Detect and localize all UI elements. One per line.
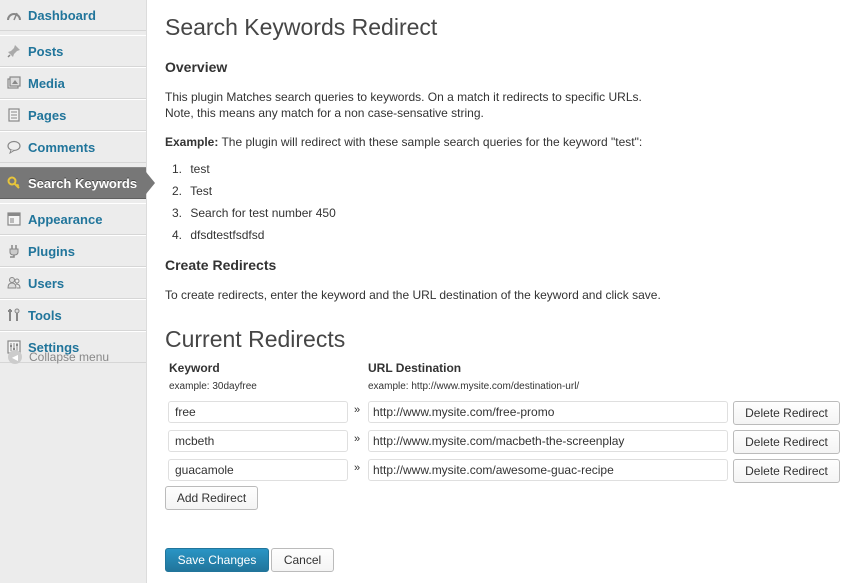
sidebar-item-label: Media — [28, 75, 65, 91]
pages-icon — [6, 107, 22, 123]
sidebar-item-label: Plugins — [28, 243, 75, 259]
sidebar-item-pages[interactable]: Pages — [0, 99, 146, 131]
url-hint: example: http://www.mysite.com/destinati… — [368, 381, 580, 392]
redirect-row: » Delete Redirect — [165, 401, 845, 425]
sidebar-item-label: Appearance — [28, 211, 103, 227]
create-redirects-heading: Create Redirects — [165, 257, 277, 273]
dashboard-icon — [6, 7, 22, 23]
list-item: 2. Test — [172, 184, 213, 198]
plug-icon — [6, 243, 22, 259]
current-redirects-heading: Current Redirects — [165, 326, 346, 352]
keyword-input[interactable] — [168, 430, 348, 452]
sidebar-item-search-keywords[interactable]: Search Keywords — [0, 167, 155, 199]
list-item-text: test — [190, 162, 210, 176]
sidebar-item-label: Posts — [28, 43, 64, 59]
create-redirects-text: To create redirects, enter the keyword a… — [165, 288, 661, 302]
sidebar-item-label: Tools — [28, 307, 62, 323]
sidebar-item-media[interactable]: Media — [0, 67, 146, 99]
example-paragraph: Example: The plugin will redirect with t… — [165, 133, 642, 151]
comment-icon — [6, 139, 22, 155]
keyword-input[interactable] — [168, 459, 348, 481]
list-item-text: dfsdtestfsdfsd — [190, 228, 265, 242]
sidebar-item-label: Dashboard — [28, 7, 96, 23]
separator-arrow: » — [353, 404, 361, 416]
collapse-menu-button[interactable]: ◀ Collapse menu — [0, 346, 109, 368]
tools-icon — [6, 307, 22, 323]
sidebar-item-label: Comments — [28, 139, 96, 155]
list-item: 4. dfsdtestfsdfsd — [172, 228, 265, 242]
key-icon — [6, 175, 22, 191]
save-changes-button[interactable]: Save Changes — [165, 548, 269, 572]
keyword-input[interactable] — [168, 401, 348, 423]
sidebar-item-plugins[interactable]: Plugins — [0, 235, 146, 267]
sidebar-item-appearance[interactable]: Appearance — [0, 203, 146, 235]
sidebar-item-comments[interactable]: Comments — [0, 131, 146, 163]
overview-line-2: Note, this means any match for a non cas… — [165, 106, 484, 120]
collapse-menu-label: Collapse menu — [29, 350, 110, 364]
overview-heading: Overview — [165, 59, 228, 75]
sidebar-item-label: Search Keywords — [28, 175, 138, 191]
users-icon — [6, 275, 22, 291]
example-list: 1. test 2. Test 3. Search for test numbe… — [165, 158, 336, 246]
sidebar-item-tools[interactable]: Tools — [0, 299, 146, 331]
delete-redirect-button[interactable]: Delete Redirect — [733, 459, 840, 483]
sidebar-item-posts[interactable]: Posts — [0, 35, 146, 67]
sidebar-item-label: Users — [28, 275, 65, 291]
url-input[interactable] — [368, 401, 728, 423]
sidebar-item-dashboard[interactable]: Dashboard — [0, 0, 146, 31]
separator-arrow: » — [353, 462, 361, 474]
url-input[interactable] — [368, 459, 728, 481]
add-redirect-button[interactable]: Add Redirect — [165, 486, 258, 510]
url-column-header: URL Destination — [368, 361, 462, 375]
keyword-column-header: Keyword — [169, 361, 220, 375]
list-item: 3. Search for test number 450 — [172, 206, 336, 220]
redirect-row: » Delete Redirect — [165, 459, 845, 483]
example-label: Example: — [165, 135, 219, 149]
list-item-text: Search for test number 450 — [190, 206, 336, 220]
example-text: The plugin will redirect with these samp… — [218, 135, 643, 149]
delete-redirect-button[interactable]: Delete Redirect — [733, 430, 840, 454]
separator-arrow: » — [353, 433, 361, 445]
list-item: 1. test — [172, 162, 210, 176]
cancel-button[interactable]: Cancel — [271, 548, 334, 572]
url-input[interactable] — [368, 430, 728, 452]
delete-redirect-button[interactable]: Delete Redirect — [733, 401, 840, 425]
sidebar-item-label: Pages — [28, 107, 67, 123]
sidebar-item-users[interactable]: Users — [0, 267, 146, 299]
admin-sidebar: Dashboard Posts Media Pages Comments Sea… — [0, 0, 155, 583]
list-item-text: Test — [190, 184, 213, 198]
keyword-hint: example: 30dayfree — [169, 381, 257, 392]
media-icon — [6, 75, 22, 91]
page-title: Search Keywords Redirect — [165, 14, 438, 40]
appearance-icon — [6, 211, 22, 227]
pin-icon — [6, 43, 22, 59]
collapse-arrow-icon: ◀ — [8, 350, 22, 364]
redirect-row: » Delete Redirect — [165, 430, 845, 454]
